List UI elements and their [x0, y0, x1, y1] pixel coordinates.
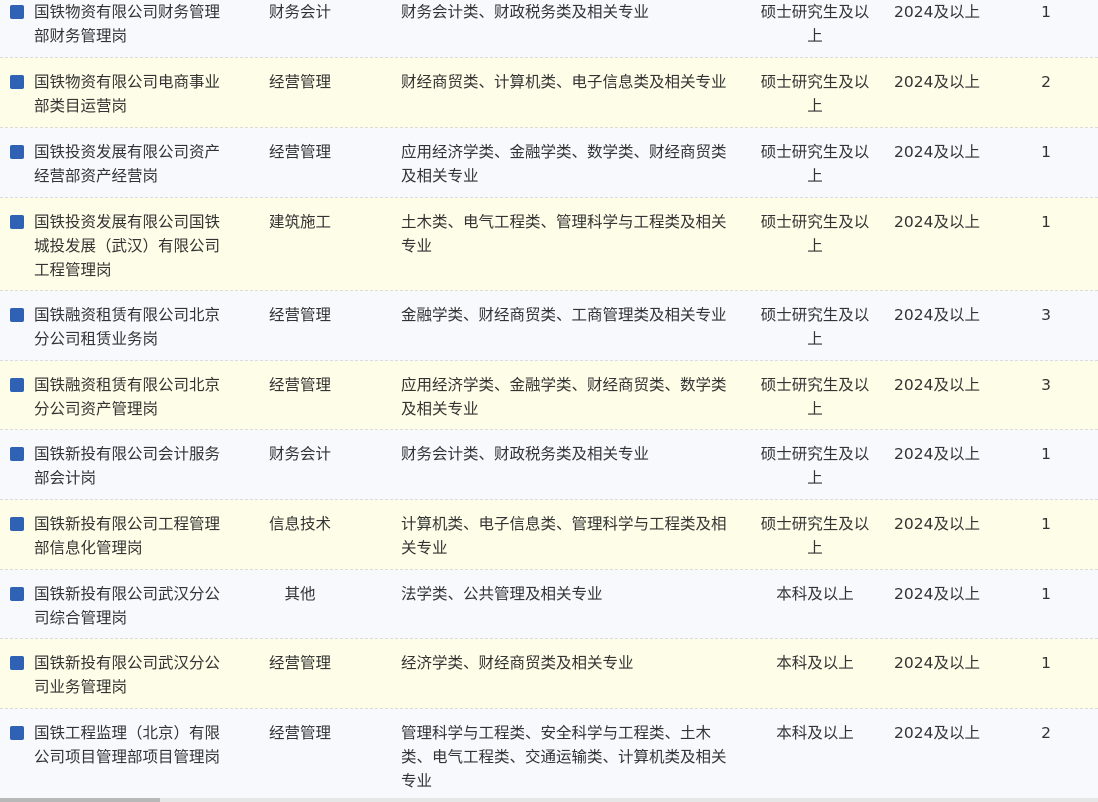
graduation-year: 2024及以上 [894, 585, 980, 603]
hiring-count: 1 [1041, 515, 1051, 533]
square-bullet-icon [10, 308, 24, 322]
square-bullet-icon [10, 145, 24, 159]
hiring-count: 1 [1041, 213, 1051, 231]
position-category: 财务会计 [268, 445, 331, 463]
square-bullet-icon [10, 587, 24, 601]
position-category: 经营管理 [268, 306, 331, 324]
education-requirement: 硕士研究生及以上 [760, 306, 870, 348]
education-requirement: 硕士研究生及以上 [760, 445, 870, 487]
graduation-year: 2024及以上 [894, 3, 980, 21]
position-name: 国铁新投有限公司工程管理部信息化管理岗 [34, 515, 221, 557]
position-category: 财务会计 [268, 3, 331, 21]
major-requirement: 财务会计类、财政税务类及相关专业 [401, 445, 650, 463]
table-row: 国铁工程监理（北京）有限公司项目管理部项目管理岗 经营管理 管理科学与工程类、安… [0, 709, 1098, 802]
hiring-count: 1 [1041, 3, 1051, 21]
education-requirement: 本科及以上 [776, 654, 854, 672]
position-name: 国铁新投有限公司会计服务部会计岗 [34, 445, 221, 487]
position-name: 国铁融资租赁有限公司北京分公司资产管理岗 [34, 376, 221, 418]
graduation-year: 2024及以上 [894, 724, 980, 742]
education-requirement: 硕士研究生及以上 [760, 3, 870, 45]
square-bullet-icon [10, 447, 24, 461]
position-name: 国铁物资有限公司电商事业部类目运营岗 [34, 73, 221, 115]
square-bullet-icon [10, 656, 24, 670]
hiring-count: 1 [1041, 143, 1051, 161]
square-bullet-icon [10, 517, 24, 531]
major-requirement: 应用经济学类、金融学类、财经商贸类、数学类及相关专业 [401, 376, 727, 418]
square-bullet-icon [10, 215, 24, 229]
table-row: 国铁新投有限公司武汉分公司综合管理岗 其他 法学类、公共管理及相关专业 本科及以… [0, 570, 1098, 639]
major-requirement: 管理科学与工程类、安全科学与工程类、土木类、电气工程类、交通运输类、计算机类及相… [401, 724, 727, 790]
position-category: 经营管理 [268, 724, 331, 742]
table-row: 国铁物资有限公司财务管理部财务管理岗 财务会计 财务会计类、财政税务类及相关专业… [0, 0, 1098, 58]
position-category: 建筑施工 [268, 213, 331, 231]
hiring-count: 3 [1041, 376, 1051, 394]
job-table: 国铁物资有限公司财务管理部财务管理岗 财务会计 财务会计类、财政税务类及相关专业… [0, 0, 1098, 802]
position-category: 信息技术 [268, 515, 331, 533]
education-requirement: 硕士研究生及以上 [760, 73, 870, 115]
position-name: 国铁新投有限公司武汉分公司业务管理岗 [34, 654, 221, 696]
position-name: 国铁投资发展有限公司资产经营部资产经营岗 [34, 143, 221, 185]
major-requirement: 财经商贸类、计算机类、电子信息类及相关专业 [401, 73, 727, 91]
major-requirement: 计算机类、电子信息类、管理科学与工程类及相关专业 [401, 515, 727, 557]
table-row: 国铁新投有限公司会计服务部会计岗 财务会计 财务会计类、财政税务类及相关专业 硕… [0, 430, 1098, 500]
major-requirement: 财务会计类、财政税务类及相关专业 [401, 3, 650, 21]
scrollbar-thumb[interactable] [0, 798, 160, 802]
hiring-count: 3 [1041, 306, 1051, 324]
education-requirement: 硕士研究生及以上 [760, 515, 870, 557]
position-name: 国铁投资发展有限公司国铁城投发展（武汉）有限公司工程管理岗 [34, 213, 221, 279]
education-requirement: 本科及以上 [776, 585, 854, 603]
graduation-year: 2024及以上 [894, 213, 980, 231]
education-requirement: 硕士研究生及以上 [760, 143, 870, 185]
position-category: 经营管理 [268, 376, 331, 394]
graduation-year: 2024及以上 [894, 445, 980, 463]
table-row: 国铁新投有限公司工程管理部信息化管理岗 信息技术 计算机类、电子信息类、管理科学… [0, 500, 1098, 570]
table-row: 国铁新投有限公司武汉分公司业务管理岗 经营管理 经济学类、财经商贸类及相关专业 … [0, 639, 1098, 709]
square-bullet-icon [10, 5, 24, 19]
graduation-year: 2024及以上 [894, 143, 980, 161]
major-requirement: 金融学类、财经商贸类、工商管理类及相关专业 [401, 306, 727, 324]
square-bullet-icon [10, 75, 24, 89]
position-category: 其他 [284, 585, 316, 603]
major-requirement: 法学类、公共管理及相关专业 [401, 585, 603, 603]
graduation-year: 2024及以上 [894, 515, 980, 533]
education-requirement: 本科及以上 [776, 724, 854, 742]
square-bullet-icon [10, 378, 24, 392]
hiring-count: 1 [1041, 654, 1051, 672]
education-requirement: 硕士研究生及以上 [760, 213, 870, 255]
hiring-count: 1 [1041, 585, 1051, 603]
position-category: 经营管理 [268, 143, 331, 161]
position-name: 国铁新投有限公司武汉分公司综合管理岗 [34, 585, 221, 627]
square-bullet-icon [10, 726, 24, 740]
table-row: 国铁融资租赁有限公司北京分公司租赁业务岗 经营管理 金融学类、财经商贸类、工商管… [0, 291, 1098, 361]
graduation-year: 2024及以上 [894, 73, 980, 91]
table-row: 国铁物资有限公司电商事业部类目运营岗 经营管理 财经商贸类、计算机类、电子信息类… [0, 58, 1098, 128]
education-requirement: 硕士研究生及以上 [760, 376, 870, 418]
graduation-year: 2024及以上 [894, 376, 980, 394]
hiring-count: 1 [1041, 445, 1051, 463]
position-name: 国铁融资租赁有限公司北京分公司租赁业务岗 [34, 306, 221, 348]
hiring-count: 2 [1041, 73, 1051, 91]
major-requirement: 经济学类、财经商贸类及相关专业 [401, 654, 634, 672]
major-requirement: 应用经济学类、金融学类、数学类、财经商贸类及相关专业 [401, 143, 727, 185]
table-row: 国铁融资租赁有限公司北京分公司资产管理岗 经营管理 应用经济学类、金融学类、财经… [0, 361, 1098, 430]
graduation-year: 2024及以上 [894, 306, 980, 324]
table-row: 国铁投资发展有限公司资产经营部资产经营岗 经营管理 应用经济学类、金融学类、数学… [0, 128, 1098, 198]
graduation-year: 2024及以上 [894, 654, 980, 672]
hiring-count: 2 [1041, 724, 1051, 742]
position-category: 经营管理 [268, 73, 331, 91]
horizontal-scrollbar[interactable] [0, 798, 1098, 802]
position-name: 国铁工程监理（北京）有限公司项目管理部项目管理岗 [34, 724, 221, 766]
table-row: 国铁投资发展有限公司国铁城投发展（武汉）有限公司工程管理岗 建筑施工 土木类、电… [0, 198, 1098, 291]
position-name: 国铁物资有限公司财务管理部财务管理岗 [34, 3, 221, 45]
major-requirement: 土木类、电气工程类、管理科学与工程类及相关专业 [401, 213, 727, 255]
position-category: 经营管理 [268, 654, 331, 672]
